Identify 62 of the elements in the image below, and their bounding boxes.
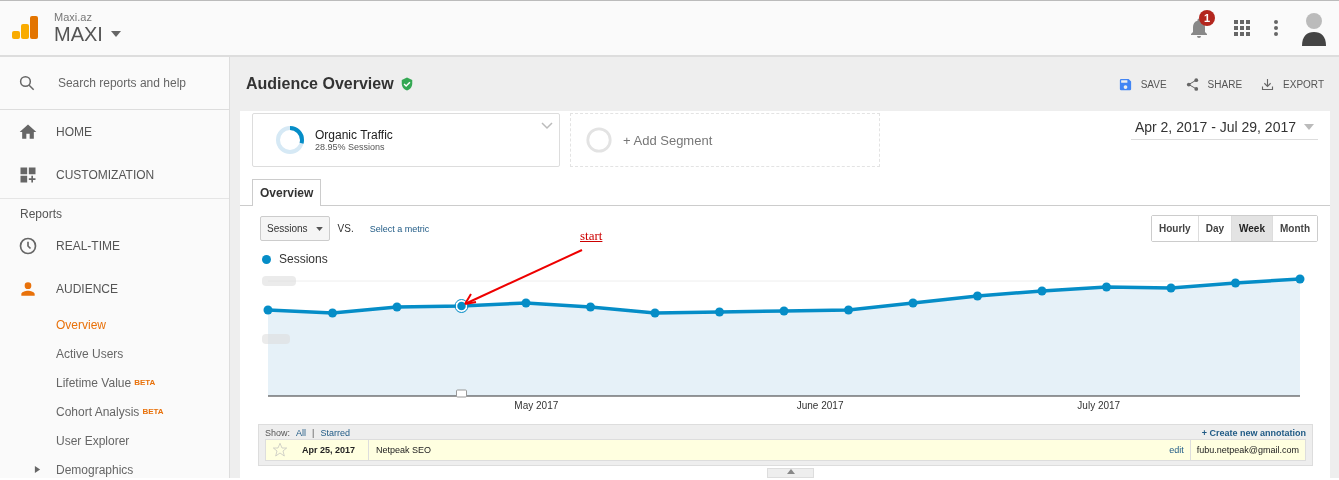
search-field[interactable]: Search reports and help — [55, 75, 229, 91]
toolbar-action[interactable]: SAVE — [1117, 76, 1167, 92]
nav-item[interactable]: CUSTOMIZATION — [0, 153, 229, 196]
account-name: Maxi.az — [54, 10, 93, 23]
segment-ring-icon — [585, 126, 613, 154]
analytics-logo-icon — [12, 15, 38, 41]
granularity-button[interactable]: Month — [1272, 216, 1317, 241]
blurred-axis-label — [262, 276, 296, 286]
collapse-handle[interactable] — [767, 468, 814, 478]
blurred-axis-label — [262, 334, 290, 344]
nav-item[interactable]: HOME — [0, 110, 229, 153]
show-label: Show: — [265, 428, 290, 438]
annotation-text: Netpeak SEO — [375, 445, 433, 455]
page-title: Audience Overview — [246, 75, 394, 93]
create-annotation-link[interactable]: + Create new annotation — [1201, 428, 1306, 438]
notification-count: 1 — [1199, 10, 1215, 26]
segment-ring-icon — [275, 125, 305, 155]
nav-subitem[interactable]: Demographics — [0, 455, 229, 480]
nav-item[interactable]: REAL-TIME — [0, 224, 229, 267]
filter-link[interactable]: Starred — [320, 428, 350, 438]
axis-label: July 2017 — [1077, 400, 1121, 411]
property-selector[interactable]: MAXI — [54, 22, 121, 46]
segment-detail: 28.95% Sessions — [315, 142, 386, 152]
nav-subitem[interactable]: User Explorer — [0, 426, 229, 455]
annotation-note: start — [580, 228, 603, 244]
annotation-marker-icon[interactable] — [456, 389, 467, 398]
expand-triangle-icon[interactable] — [34, 466, 41, 473]
nav-subitem[interactable]: Cohort Analysis $^{BETA}$ — [0, 397, 229, 426]
search-icon — [18, 74, 36, 92]
axis-label: May 2017 — [514, 400, 559, 411]
star-icon[interactable] — [272, 442, 288, 458]
select-metric-link[interactable]: Select a metric — [369, 223, 430, 234]
annotation-author: fubu.netpeak@gmail.com — [1189, 440, 1305, 460]
caret-icon — [1304, 124, 1314, 130]
vs-label: VS. — [337, 223, 354, 234]
download-icon — [1260, 76, 1276, 92]
tab[interactable]: Overview — [252, 179, 322, 206]
edit-link[interactable]: edit — [1169, 445, 1190, 455]
section-heading: Reports — [20, 207, 63, 221]
more-icon[interactable] — [1273, 19, 1279, 37]
add-segment-card[interactable]: + Add Segment — [570, 113, 880, 167]
share-icon — [1184, 76, 1200, 92]
annotation-date: Apr 25, 2017 — [294, 440, 369, 460]
filter-link[interactable]: All — [296, 428, 307, 438]
legend-label: Sessions — [279, 252, 328, 266]
toolbar-action[interactable]: EXPORT — [1260, 76, 1324, 92]
apps-grid-icon[interactable] — [1233, 19, 1251, 37]
separator: | — [312, 428, 315, 438]
axis-label: June 2017 — [796, 400, 844, 411]
nav-subitem[interactable]: Active Users — [0, 339, 229, 368]
save-icon — [1117, 76, 1133, 92]
granularity-button[interactable]: Week — [1231, 216, 1272, 241]
avatar[interactable] — [1301, 10, 1327, 46]
caret-icon — [315, 226, 323, 231]
caret-icon — [110, 31, 121, 37]
metric-dropdown[interactable]: Sessions — [260, 216, 330, 241]
toolbar-action[interactable]: SHARE — [1184, 76, 1243, 92]
segment-card[interactable]: Organic Traffic 28.95% Sessions — [252, 113, 560, 167]
segment-name: Organic Traffic — [315, 128, 393, 142]
nav-item[interactable]: AUDIENCE — [0, 267, 229, 310]
date-range-picker[interactable]: Apr 2, 2017 - Jul 29, 2017 — [1130, 119, 1318, 140]
nav-subitem[interactable]: Lifetime Value $^{BETA}$ — [0, 368, 229, 397]
